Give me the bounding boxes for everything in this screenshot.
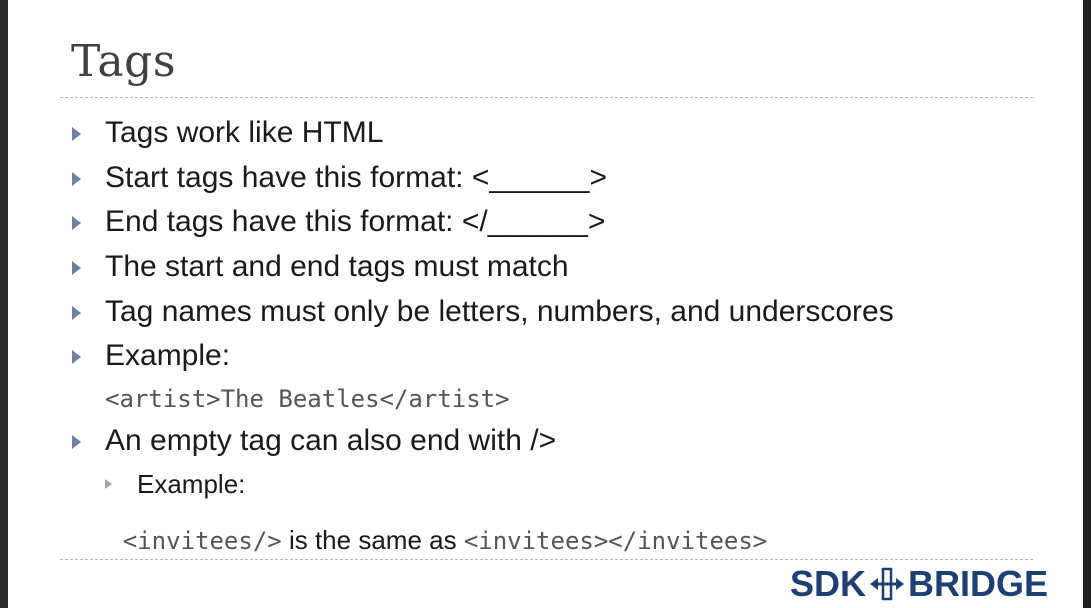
- bullet-text: Example:: [105, 339, 231, 372]
- bullet-arrow-icon: [72, 306, 81, 320]
- bullet-text: Tag names must only be letters, numbers,…: [105, 295, 894, 328]
- code-open-close: <invitees></invitees>: [463, 527, 768, 555]
- bridge-arrows-icon: [870, 567, 905, 601]
- empty-tag-example: <invitees/> is the same as <invitees></i…: [105, 507, 767, 574]
- bullet-arrow-icon: [72, 435, 81, 449]
- code-self-closing: <invitees/>: [122, 527, 282, 555]
- title-divider: [60, 97, 1033, 98]
- sdk-bridge-logo: SDK BRIDGE: [790, 563, 1049, 604]
- bullet-arrow-icon: [72, 172, 81, 186]
- comparison-text: is the same as: [281, 525, 464, 555]
- logo-text-right: BRIDGE: [908, 563, 1049, 604]
- sub-bullet-arrow-icon: [105, 479, 112, 489]
- bullet-arrow-icon: [72, 127, 81, 141]
- slide: Tags Tags work like HTML Start tags have…: [8, 0, 1083, 608]
- bullet-arrow-icon: [72, 350, 81, 364]
- code-example: <artist>The Beatles</artist>: [105, 385, 510, 413]
- bullet-text: Tags work like HTML: [105, 116, 384, 149]
- logo-text-left: SDK: [790, 563, 867, 604]
- sub-bullet-text: Example:: [137, 469, 246, 499]
- bullet-text: The start and end tags must match: [105, 250, 569, 283]
- bullet-arrow-icon: [72, 261, 81, 275]
- bullet-arrow-icon: [72, 216, 81, 230]
- window-edge: [1083, 0, 1091, 608]
- bullet-text: An empty tag can also end with />: [105, 424, 557, 457]
- bullet-text: Start tags have this format: <______>: [105, 161, 607, 194]
- bullet-text: End tags have this format: </______>: [105, 205, 606, 238]
- slide-title: Tags: [71, 36, 176, 87]
- footer-divider: [60, 559, 1033, 560]
